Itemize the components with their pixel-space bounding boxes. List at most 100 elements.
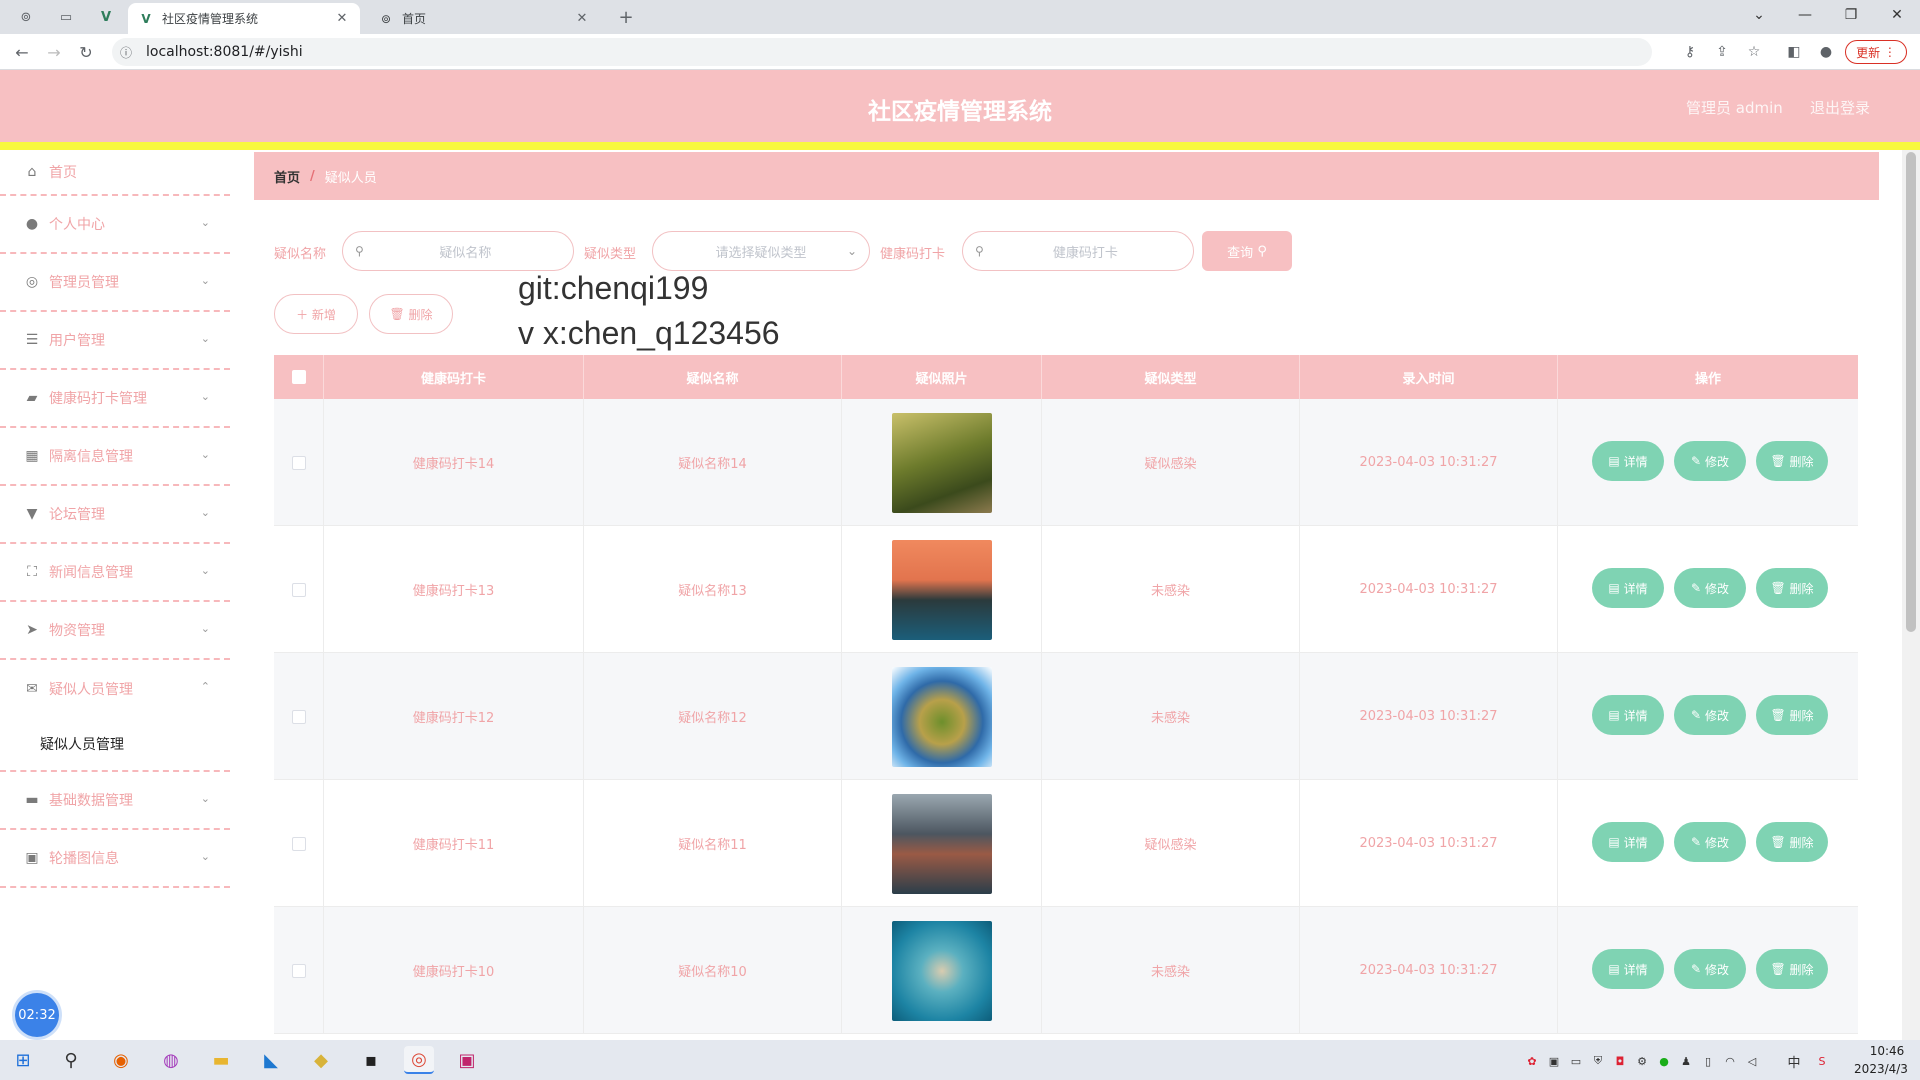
heart-island-photo[interactable] xyxy=(891,920,992,1021)
type-select[interactable]: 请选择疑似类型 ⌄ xyxy=(652,231,870,271)
edit-button[interactable]: ✎ 修改 xyxy=(1674,822,1746,862)
sidebar-item-carousel[interactable]: ▣ 轮播图信息 ⌄ xyxy=(0,830,230,888)
clock-time[interactable]: 10:46 xyxy=(1862,1044,1912,1058)
share-icon[interactable]: ⇪ xyxy=(1712,42,1732,62)
new-tab-icon[interactable]: + xyxy=(616,7,636,28)
tab-search-icon[interactable]: ⌄ xyxy=(1736,0,1782,30)
shield-icon[interactable]: ⛨ xyxy=(1589,1052,1607,1070)
detail-button[interactable]: ▤ 详情 xyxy=(1592,949,1664,989)
edit-button[interactable]: ✎ 修改 xyxy=(1674,568,1746,608)
pencil-icon: ✎ xyxy=(1691,708,1702,722)
intellij-icon[interactable]: ▣ xyxy=(452,1046,482,1074)
health-search-input[interactable]: ⚲ 健康码打卡 xyxy=(962,231,1194,271)
sunset-lake-photo[interactable] xyxy=(891,539,992,640)
windows-start-icon[interactable]: ⊞ xyxy=(8,1046,38,1074)
tiny-planet-photo[interactable] xyxy=(891,666,992,767)
row-delete-button[interactable]: 🗑 删除 xyxy=(1756,568,1828,608)
row-checkbox[interactable] xyxy=(291,455,306,470)
row-checkbox[interactable] xyxy=(291,963,306,978)
sidebar-item-health-code[interactable]: ▰ 健康码打卡管理 ⌄ xyxy=(0,370,230,428)
battery-icon[interactable]: ▯ xyxy=(1699,1052,1717,1070)
close-window-icon[interactable]: ✕ xyxy=(1874,0,1920,30)
restore-icon[interactable]: ❐ xyxy=(1828,0,1874,30)
row-delete-button[interactable]: 🗑 删除 xyxy=(1756,441,1828,481)
mountain-village-photo[interactable] xyxy=(891,793,992,894)
clock-date[interactable]: 2023/4/3 xyxy=(1848,1062,1914,1076)
search-icon[interactable]: ⚲ xyxy=(56,1046,86,1074)
ime-indicator[interactable]: 中 xyxy=(1785,1052,1803,1071)
sidebar-item-supplies[interactable]: ➤ 物资管理 ⌄ xyxy=(0,602,230,660)
tab-home[interactable]: ⊚ 首页 ✕ xyxy=(368,3,600,34)
sidebar-item-basic-data[interactable]: ▬ 基础数据管理 ⌄ xyxy=(0,772,230,830)
url-field[interactable]: ⓘ localhost:8081/#/yishi xyxy=(112,38,1652,66)
tray-icon-5[interactable]: ◘ xyxy=(1611,1052,1629,1070)
profile-icon[interactable]: ● xyxy=(1816,42,1836,62)
row-delete-button[interactable]: 🗑 删除 xyxy=(1756,822,1828,862)
vscode-icon[interactable]: ◣ xyxy=(256,1046,286,1074)
edit-button[interactable]: ✎ 修改 xyxy=(1674,441,1746,481)
detail-button[interactable]: ▤ 详情 xyxy=(1592,568,1664,608)
firefox-icon[interactable]: ◉ xyxy=(106,1046,136,1074)
close-tab-icon[interactable]: ✕ xyxy=(574,11,590,26)
app2-icon[interactable]: ◆ xyxy=(306,1046,336,1074)
minimize-icon[interactable]: — xyxy=(1782,0,1828,30)
scroll-thumb[interactable] xyxy=(1906,152,1916,632)
sidebar-item-admins[interactable]: ◎ 管理员管理 ⌄ xyxy=(0,254,230,312)
row-delete-button[interactable]: 🗑 删除 xyxy=(1756,695,1828,735)
key-icon[interactable]: ⚷ xyxy=(1680,42,1700,62)
timer-badge[interactable]: 02:32 xyxy=(15,993,59,1037)
sidebar-item-users[interactable]: ☰ 用户管理 ⌄ xyxy=(0,312,230,370)
detail-button[interactable]: ▤ 详情 xyxy=(1592,695,1664,735)
star-icon[interactable]: ☆ xyxy=(1744,42,1764,62)
edit-button[interactable]: ✎ 修改 xyxy=(1674,695,1746,735)
detail-button[interactable]: ▤ 详情 xyxy=(1592,441,1664,481)
sidebar-item-personal[interactable]: ● 个人中心 ⌄ xyxy=(0,196,230,254)
reload-icon[interactable]: ↻ xyxy=(74,40,98,64)
app-icon[interactable]: ◍ xyxy=(156,1046,186,1074)
page-scrollbar[interactable] xyxy=(1902,150,1920,1040)
forward-icon[interactable]: → xyxy=(42,40,66,64)
forest-path-photo[interactable] xyxy=(891,412,992,513)
file-explorer-icon[interactable]: ▬ xyxy=(206,1046,236,1074)
browser-tab-icon-1[interactable]: ⊚ xyxy=(16,7,36,27)
edit-button[interactable]: ✎ 修改 xyxy=(1674,949,1746,989)
sidebar-item-isolation[interactable]: ▦ 隔离信息管理 ⌄ xyxy=(0,428,230,486)
qq-icon[interactable]: ♟ xyxy=(1677,1052,1695,1070)
browser-tab-icon-2[interactable]: ▭ xyxy=(56,7,76,27)
volume-icon[interactable]: ◁ xyxy=(1743,1052,1761,1070)
logout-link[interactable]: 退出登录 xyxy=(1810,97,1870,118)
sidebar-item-suspects[interactable]: ✉ 疑似人员管理 ⌃ xyxy=(0,660,230,718)
tray-icon-2[interactable]: ▣ xyxy=(1545,1052,1563,1070)
search-icon: ⚲ xyxy=(355,244,364,258)
tray-icon-1[interactable]: ✿ xyxy=(1523,1052,1541,1070)
row-delete-button[interactable]: 🗑 删除 xyxy=(1756,949,1828,989)
sidebar-item-news[interactable]: ⛶ 新闻信息管理 ⌄ xyxy=(0,544,230,602)
query-button[interactable]: 查询 ⚲ xyxy=(1202,231,1292,271)
select-all-checkbox[interactable] xyxy=(291,370,306,384)
tray-icon-6[interactable]: ⚙ xyxy=(1633,1052,1651,1070)
wechat-icon[interactable]: ● xyxy=(1655,1052,1673,1070)
sidebar-subitem-suspects[interactable]: 疑似人员管理 xyxy=(0,718,230,772)
chrome-icon[interactable]: ◎ xyxy=(404,1046,434,1074)
info-icon[interactable]: ⓘ xyxy=(120,44,138,61)
name-search-input[interactable]: ⚲ 疑似名称 xyxy=(342,231,574,271)
row-checkbox[interactable] xyxy=(291,836,306,851)
close-tab-icon[interactable]: ✕ xyxy=(334,11,350,26)
delete-button[interactable]: 🗑 删除 xyxy=(369,294,453,334)
row-checkbox[interactable] xyxy=(291,582,306,597)
sidebar-item-forum[interactable]: ▼ 论坛管理 ⌄ xyxy=(0,486,230,544)
detail-button[interactable]: ▤ 详情 xyxy=(1592,822,1664,862)
tray-icon-3[interactable]: ▭ xyxy=(1567,1052,1585,1070)
sidepanel-icon[interactable]: ◧ xyxy=(1784,42,1804,62)
sidebar-item-home[interactable]: ⌂ 首页 xyxy=(0,150,230,196)
wifi-icon[interactable]: ◠ xyxy=(1721,1052,1739,1070)
vue-tab-icon[interactable]: V xyxy=(96,7,116,27)
terminal-icon[interactable]: ▪ xyxy=(356,1046,386,1074)
row-checkbox[interactable] xyxy=(291,709,306,724)
breadcrumb-home[interactable]: 首页 xyxy=(274,167,300,186)
back-icon[interactable]: ← xyxy=(10,40,34,64)
tab-community[interactable]: V 社区疫情管理系统 ✕ xyxy=(128,3,360,34)
tray-icon-s[interactable]: S xyxy=(1813,1052,1831,1070)
update-button[interactable]: 更新 ⋮ xyxy=(1845,40,1907,64)
add-button[interactable]: ＋ 新增 xyxy=(274,294,358,334)
